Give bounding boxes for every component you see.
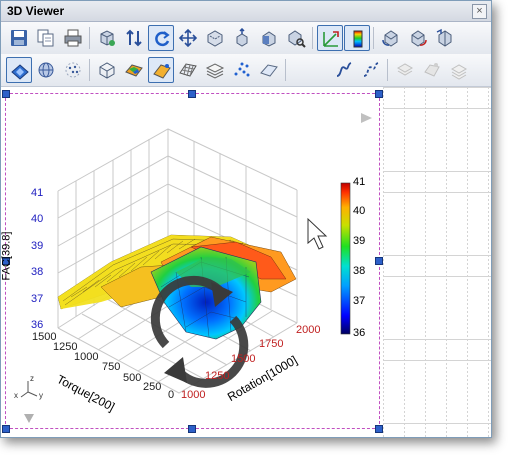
save-icon[interactable]	[6, 25, 32, 51]
cube-rotate-right-icon[interactable]	[405, 25, 431, 51]
surface-blue-icon[interactable]	[6, 57, 32, 83]
box-front-icon[interactable]	[256, 25, 282, 51]
sphere-grid-icon[interactable]	[33, 57, 59, 83]
curve-icon[interactable]	[331, 57, 357, 83]
plot-canvas[interactable]: FAC[39.8] 41 40 39 38 37 36 1500 1250 10…	[1, 87, 491, 437]
mouse-cursor	[307, 217, 328, 250]
scatter-points-icon[interactable]	[229, 57, 255, 83]
rotate-box-icon[interactable]	[94, 25, 120, 51]
cube-flip-icon[interactable]	[432, 25, 458, 51]
window-title: 3D Viewer	[7, 4, 65, 18]
view-toolbar	[1, 54, 491, 87]
close-button[interactable]: ×	[472, 4, 487, 19]
mesh-surface-icon[interactable]	[175, 57, 201, 83]
title-bar[interactable]: 3D Viewer ×	[1, 1, 491, 22]
rotate-icon[interactable]	[148, 25, 174, 51]
move-icon[interactable]	[175, 25, 201, 51]
cube-rotate-left-icon[interactable]	[378, 25, 404, 51]
colorbar-icon[interactable]	[344, 25, 370, 51]
axis-swap-icon[interactable]	[317, 25, 343, 51]
colorbar	[340, 182, 351, 335]
curve-dashed-icon[interactable]	[358, 57, 384, 83]
surface-color-icon[interactable]	[121, 57, 147, 83]
print-icon[interactable]	[60, 25, 86, 51]
plane-icon[interactable]	[256, 57, 282, 83]
surface-flat-icon[interactable]	[148, 57, 174, 83]
layers-icon[interactable]	[202, 57, 228, 83]
align-axis-icon[interactable]	[121, 25, 147, 51]
viewer-window: 3D Viewer × FAC[39.8] 41 40 39 38 37 36 …	[0, 0, 492, 438]
wireframe-box-icon[interactable]	[94, 57, 120, 83]
sphere-dots-icon[interactable]	[60, 57, 86, 83]
box-view-icon[interactable]	[202, 25, 228, 51]
viewport-arrow-down	[24, 414, 34, 423]
main-toolbar	[1, 22, 491, 55]
sheet-disabled-icon[interactable]	[392, 57, 418, 83]
viewport-arrow-right	[361, 113, 372, 123]
box-zoom-icon[interactable]	[283, 25, 309, 51]
copy-icon[interactable]	[33, 25, 59, 51]
sheet-lines-disabled-icon[interactable]	[446, 57, 472, 83]
axis-triad	[20, 381, 38, 398]
box-up-icon[interactable]	[229, 25, 255, 51]
sheet-fill-disabled-icon[interactable]	[419, 57, 445, 83]
surface-plot[interactable]	[1, 87, 491, 437]
